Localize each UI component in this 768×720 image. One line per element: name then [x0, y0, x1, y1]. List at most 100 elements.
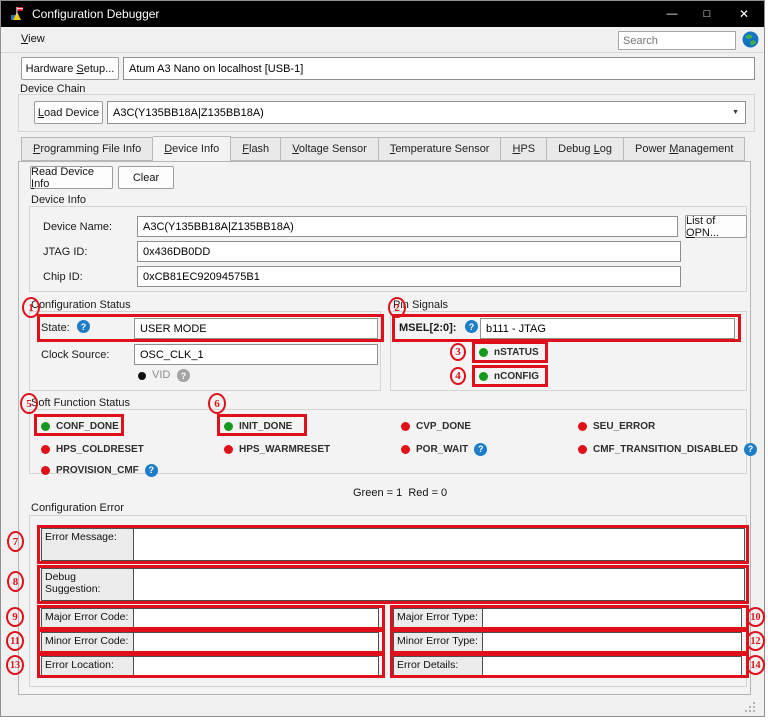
tab-temperature-sensor[interactable]: Temperature Sensor [379, 137, 502, 161]
status-dot [578, 445, 587, 454]
minimize-button[interactable]: — [652, 1, 692, 27]
soft-status-item: CMF_TRANSITION_DISABLED ? [578, 441, 757, 457]
window-title: Configuration Debugger [32, 7, 159, 21]
soft-status-item: SEU_ERROR [578, 418, 655, 434]
chevron-down-icon[interactable]: ▼ [732, 109, 739, 116]
status-dot [41, 445, 50, 454]
tab-programming-file-info[interactable]: Programming File Info [21, 137, 153, 161]
state-field[interactable]: USER MODE [134, 318, 378, 339]
minor-error-type-row: Minor Error Type: [393, 632, 742, 652]
status-dot [401, 422, 410, 431]
debug-suggestion-row: Debug Suggestion: [41, 568, 745, 601]
minor-error-code-row: Minor Error Code: [41, 632, 379, 652]
error-message-row: Error Message: [41, 528, 745, 561]
vid-label: VID [152, 369, 170, 381]
help-icon[interactable]: ? [77, 320, 90, 333]
nconfig-signal: nCONFIG [479, 368, 539, 384]
msel-label: MSEL[2:0]: [399, 322, 456, 334]
help-icon[interactable]: ? [474, 443, 487, 456]
globe-icon[interactable] [742, 31, 759, 48]
soft-status-item: HPS_WARMRESET [224, 441, 330, 457]
configuration-error-title: Configuration Error [31, 502, 124, 514]
msel-field[interactable]: b111 - JTAG [480, 318, 735, 339]
tab-hps[interactable]: HPS [501, 137, 547, 161]
read-device-info-label: Read Device Info [31, 166, 112, 190]
minor-error-type-value[interactable] [483, 632, 742, 652]
tab-debug-log[interactable]: Debug Log [547, 137, 624, 161]
help-icon[interactable]: ? [744, 443, 757, 456]
load-device-button[interactable]: Load Device [34, 101, 103, 124]
error-details-value[interactable] [483, 656, 742, 676]
clear-button[interactable]: Clear [118, 166, 174, 189]
menu-bar: View [1, 27, 764, 53]
title-bar: Configuration Debugger [1, 1, 764, 27]
status-dot [479, 372, 488, 381]
error-location-label: Error Location: [41, 656, 134, 676]
clock-source-field[interactable]: OSC_CLK_1 [134, 344, 378, 365]
status-dot [41, 466, 50, 475]
help-icon[interactable]: ? [465, 320, 478, 333]
soft-status-item: CVP_DONE [401, 418, 471, 434]
hardware-setup-label: Hardware Setup... [26, 63, 115, 75]
tab-bar: Programming File Info Device Info Flash … [21, 138, 745, 161]
menu-view[interactable]: View [21, 33, 45, 45]
configuration-status-title: Configuration Status [31, 299, 131, 311]
list-of-opn-button[interactable]: List of OPN... [685, 215, 747, 238]
minor-error-type-label: Minor Error Type: [393, 632, 483, 652]
vid-dot [138, 372, 146, 380]
device-info-title: Device Info [31, 194, 86, 206]
major-error-code-label: Major Error Code: [41, 608, 134, 628]
error-details-row: Error Details: [393, 656, 742, 676]
tab-device-info[interactable]: Device Info [153, 136, 231, 161]
device-name-field[interactable]: A3C(Y135BB18A|Z135BB18A) [137, 216, 678, 237]
chip-id-label: Chip ID: [43, 271, 83, 283]
major-error-type-row: Major Error Type: [393, 608, 742, 628]
hardware-setup-button[interactable]: Hardware Setup... [21, 57, 119, 80]
status-legend: Green = 1 Red = 0 [353, 487, 447, 499]
search-input[interactable] [618, 31, 736, 50]
tab-voltage-sensor[interactable]: Voltage Sensor [281, 137, 379, 161]
nconfig-label: nCONFIG [494, 371, 539, 382]
chip-id-field[interactable]: 0xCB81EC92094575B1 [137, 266, 681, 287]
status-dot [41, 422, 50, 431]
list-of-opn-label: List of OPN... [686, 215, 746, 239]
read-device-info-button[interactable]: Read Device Info [30, 166, 113, 189]
major-error-code-row: Major Error Code: [41, 608, 379, 628]
clock-source-label: Clock Source: [41, 349, 109, 361]
resize-grip-icon[interactable] [745, 710, 747, 712]
soft-function-status-title: Soft Function Status [31, 397, 130, 409]
minor-error-code-value[interactable] [134, 632, 379, 652]
error-message-label: Error Message: [41, 528, 134, 561]
status-dot [479, 348, 488, 357]
soft-status-item: CONF_DONE [41, 418, 119, 434]
help-icon[interactable]: ? [177, 369, 190, 382]
status-dot [224, 445, 233, 454]
device-chain-combobox[interactable]: A3C(Y135BB18A|Z135BB18A) ▼ [107, 101, 746, 124]
device-chain-value: A3C(Y135BB18A|Z135BB18A) [113, 107, 264, 119]
load-device-label: Load Device [38, 107, 99, 119]
maximize-button[interactable]: □ [687, 1, 727, 27]
major-error-type-value[interactable] [483, 608, 742, 628]
app-icon [9, 6, 25, 22]
tab-flash[interactable]: Flash [231, 137, 281, 161]
status-dot [224, 422, 233, 431]
debug-suggestion-value[interactable] [134, 568, 745, 601]
nstatus-signal: nSTATUS [479, 344, 539, 360]
help-icon[interactable]: ? [145, 464, 158, 477]
hardware-target-field[interactable]: Atum A3 Nano on localhost [USB-1] [123, 57, 755, 80]
soft-status-item: PROVISION_CMF ? [41, 462, 158, 478]
configuration-debugger-window: Configuration Debugger — □ ✕ View Hardwa… [0, 0, 765, 717]
pin-signals-title: Pin Signals [393, 299, 448, 311]
soft-status-item: HPS_COLDRESET [41, 441, 144, 457]
close-button[interactable]: ✕ [724, 1, 764, 27]
jtag-id-field[interactable]: 0x436DB0DD [137, 241, 681, 262]
clear-label: Clear [133, 172, 159, 184]
tab-power-management[interactable]: Power Management [624, 137, 745, 161]
jtag-id-label: JTAG ID: [43, 246, 87, 258]
error-message-value[interactable] [134, 528, 745, 561]
device-name-label: Device Name: [43, 221, 112, 233]
status-dot [401, 445, 410, 454]
error-location-value[interactable] [134, 656, 379, 676]
major-error-code-value[interactable] [134, 608, 379, 628]
soft-status-item: POR_WAIT ? [401, 441, 487, 457]
